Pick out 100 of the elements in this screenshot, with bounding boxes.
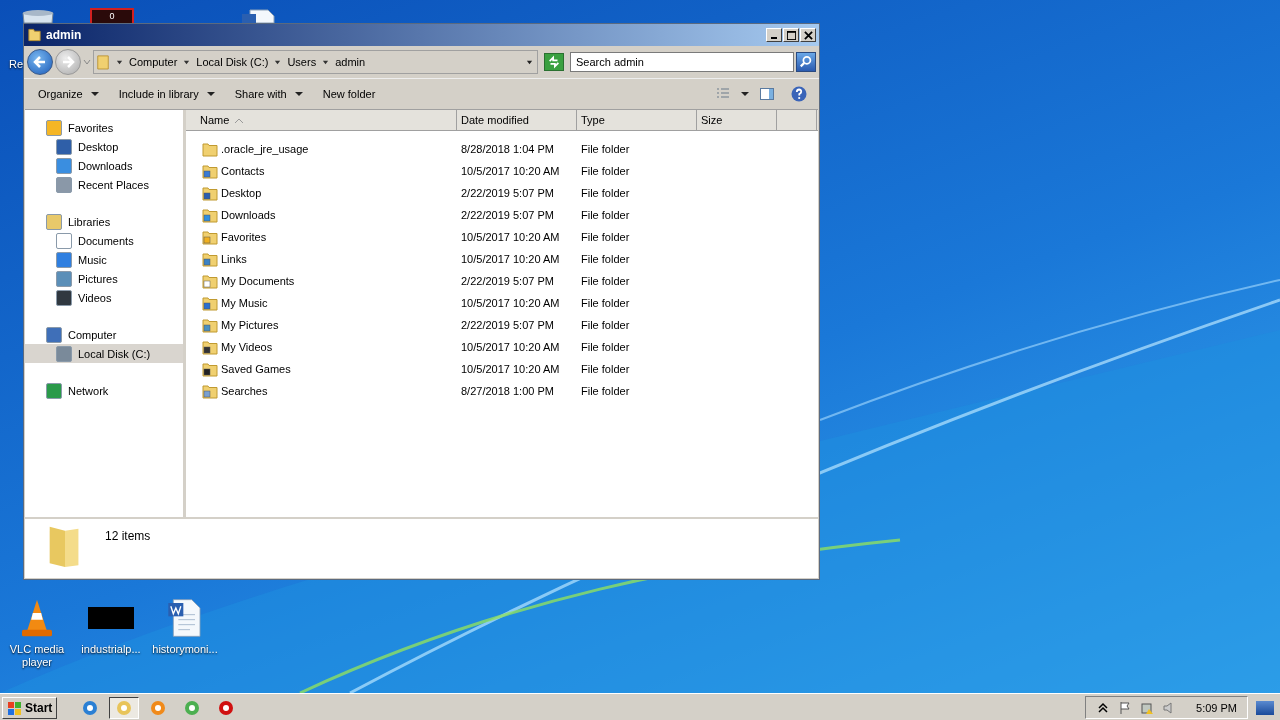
nav-item[interactable]: Computer bbox=[25, 325, 183, 344]
nav-item[interactable]: Downloads bbox=[25, 156, 183, 175]
app-icon[interactable]: 0 bbox=[90, 8, 134, 23]
clock[interactable]: 5:09 PM bbox=[1196, 701, 1237, 714]
nav-item[interactable]: Desktop bbox=[25, 137, 183, 156]
table-cell-text: 2/22/2019 5:07 PM bbox=[460, 209, 555, 221]
caret-icon[interactable] bbox=[274, 58, 282, 66]
column-header[interactable]: Date modified bbox=[457, 110, 577, 130]
flag-icon[interactable] bbox=[1118, 700, 1133, 715]
caret-icon[interactable] bbox=[116, 58, 123, 66]
table-cell-text: 8/28/2018 1:04 PM bbox=[460, 143, 555, 155]
nav-item[interactable]: Pictures bbox=[25, 269, 183, 288]
column-header[interactable]: Type bbox=[577, 110, 697, 130]
nav-item[interactable]: Favorites bbox=[25, 118, 183, 137]
table-cell-text: File folder bbox=[580, 275, 631, 287]
table-cell-text: 10/5/2017 10:20 AM bbox=[460, 363, 561, 375]
table-cell-text: 10/5/2017 10:20 AM bbox=[460, 231, 561, 243]
file-name[interactable]: Favorites bbox=[221, 231, 267, 243]
breadcrumb-item[interactable]: Local Disk (C:) bbox=[196, 56, 269, 68]
nav-item[interactable]: Libraries bbox=[25, 212, 183, 231]
table-cell-text: 10/5/2017 10:20 AM bbox=[460, 341, 561, 353]
file-name[interactable]: My Pictures bbox=[221, 319, 279, 331]
close-button[interactable] bbox=[800, 28, 816, 42]
maximize-button[interactable] bbox=[783, 28, 799, 42]
caret-icon bbox=[294, 90, 303, 98]
column-header[interactable]: Size bbox=[697, 110, 777, 130]
show-desktop-button[interactable] bbox=[1256, 700, 1274, 715]
toolbar-button[interactable]: New folder bbox=[314, 86, 384, 102]
file-name[interactable]: Desktop bbox=[221, 187, 262, 199]
back-button[interactable] bbox=[27, 49, 53, 75]
table-cell-text: 2/22/2019 5:07 PM bbox=[460, 275, 555, 287]
close-icon bbox=[803, 30, 813, 40]
table-cell-text: 2/22/2019 5:07 PM bbox=[460, 319, 555, 331]
caret-icon[interactable] bbox=[526, 58, 533, 66]
nav-item[interactable]: Music bbox=[25, 250, 183, 269]
table-cell-text: 10/5/2017 10:20 AM bbox=[460, 253, 561, 265]
file-name[interactable]: Contacts bbox=[221, 165, 265, 177]
minimize-button[interactable] bbox=[766, 28, 782, 42]
table-cell-text: File folder bbox=[580, 253, 631, 265]
desktop-icon-label[interactable]: Re bbox=[9, 58, 24, 70]
table-cell-text: File folder bbox=[580, 187, 631, 199]
caret-icon bbox=[90, 90, 99, 98]
table-cell-text: File folder bbox=[580, 319, 631, 331]
caret-icon[interactable] bbox=[741, 90, 749, 98]
breadcrumb-item[interactable]: Computer bbox=[129, 56, 178, 68]
column-header[interactable]: Name bbox=[186, 110, 457, 130]
forward-button[interactable] bbox=[55, 49, 81, 75]
caret-icon[interactable] bbox=[322, 58, 330, 66]
toolbar-button[interactable]: Share with bbox=[226, 86, 311, 102]
minimize-icon bbox=[771, 37, 777, 39]
start-button[interactable]: Start bbox=[2, 696, 58, 719]
breadcrumb-item[interactable]: admin bbox=[335, 56, 366, 68]
toolbar-button[interactable]: Include in library bbox=[110, 86, 223, 102]
breadcrumb-item[interactable]: Users bbox=[287, 56, 317, 68]
table-cell-text: 10/5/2017 10:20 AM bbox=[460, 165, 561, 177]
file-name[interactable]: Saved Games bbox=[221, 363, 291, 375]
preview-pane-icon[interactable] bbox=[759, 86, 775, 102]
search-button[interactable] bbox=[796, 52, 816, 72]
file-name[interactable]: Downloads bbox=[221, 209, 276, 221]
table-cell-text: File folder bbox=[580, 231, 631, 243]
file-name[interactable]: My Music bbox=[221, 297, 268, 309]
help-icon[interactable] bbox=[791, 86, 807, 102]
windows-logo-icon bbox=[7, 699, 23, 716]
window-title: admin bbox=[46, 28, 83, 42]
nav-item[interactable]: Network bbox=[25, 381, 183, 400]
table-cell-text: File folder bbox=[580, 143, 631, 155]
refresh-icon bbox=[547, 55, 561, 69]
item-count: 12 items bbox=[105, 529, 151, 543]
file-name[interactable]: My Videos bbox=[221, 341, 273, 353]
file-name[interactable]: .oracle_jre_usage bbox=[221, 143, 309, 155]
caret-icon[interactable] bbox=[183, 58, 191, 66]
table-cell-text: 8/27/2018 1:00 PM bbox=[460, 385, 555, 397]
document-icon[interactable] bbox=[240, 8, 276, 23]
table-cell-text: File folder bbox=[580, 363, 631, 375]
file-name[interactable]: My Documents bbox=[221, 275, 295, 287]
table-cell-text: File folder bbox=[580, 385, 631, 397]
nav-item[interactable]: Documents bbox=[25, 231, 183, 250]
recycle-bin-icon[interactable] bbox=[20, 8, 56, 23]
desktop-icon-label[interactable]: industrialp... bbox=[81, 643, 141, 656]
refresh-button[interactable] bbox=[544, 53, 564, 71]
nav-item[interactable]: Recent Places bbox=[25, 175, 183, 194]
address-field[interactable]: Computer Local Disk (C:) Users admin bbox=[93, 50, 538, 74]
taskbar-app-button[interactable] bbox=[109, 696, 140, 719]
toolbar-button[interactable]: Organize bbox=[30, 86, 107, 102]
table-cell-text: File folder bbox=[580, 341, 631, 353]
table-cell-text: 10/5/2017 10:20 AM bbox=[460, 297, 561, 309]
nav-item[interactable]: Local Disk (C:) bbox=[25, 344, 183, 363]
table-cell-text: 2/22/2019 5:07 PM bbox=[460, 187, 555, 199]
table-cell-text: File folder bbox=[580, 297, 631, 309]
file-name[interactable]: Searches bbox=[221, 385, 268, 397]
file-name[interactable]: Links bbox=[221, 253, 247, 265]
desktop-icon-label[interactable]: historymoni... bbox=[152, 643, 218, 656]
desktop-icon-label[interactable]: VLC media player bbox=[1, 643, 73, 669]
maximize-icon bbox=[786, 30, 796, 40]
search-icon bbox=[799, 55, 813, 69]
caret-icon bbox=[206, 90, 215, 98]
nav-item[interactable]: Videos bbox=[25, 288, 183, 307]
search-field[interactable]: Search admin bbox=[570, 52, 794, 72]
table-cell-text: File folder bbox=[580, 209, 631, 221]
table-cell-text: File folder bbox=[580, 165, 631, 177]
